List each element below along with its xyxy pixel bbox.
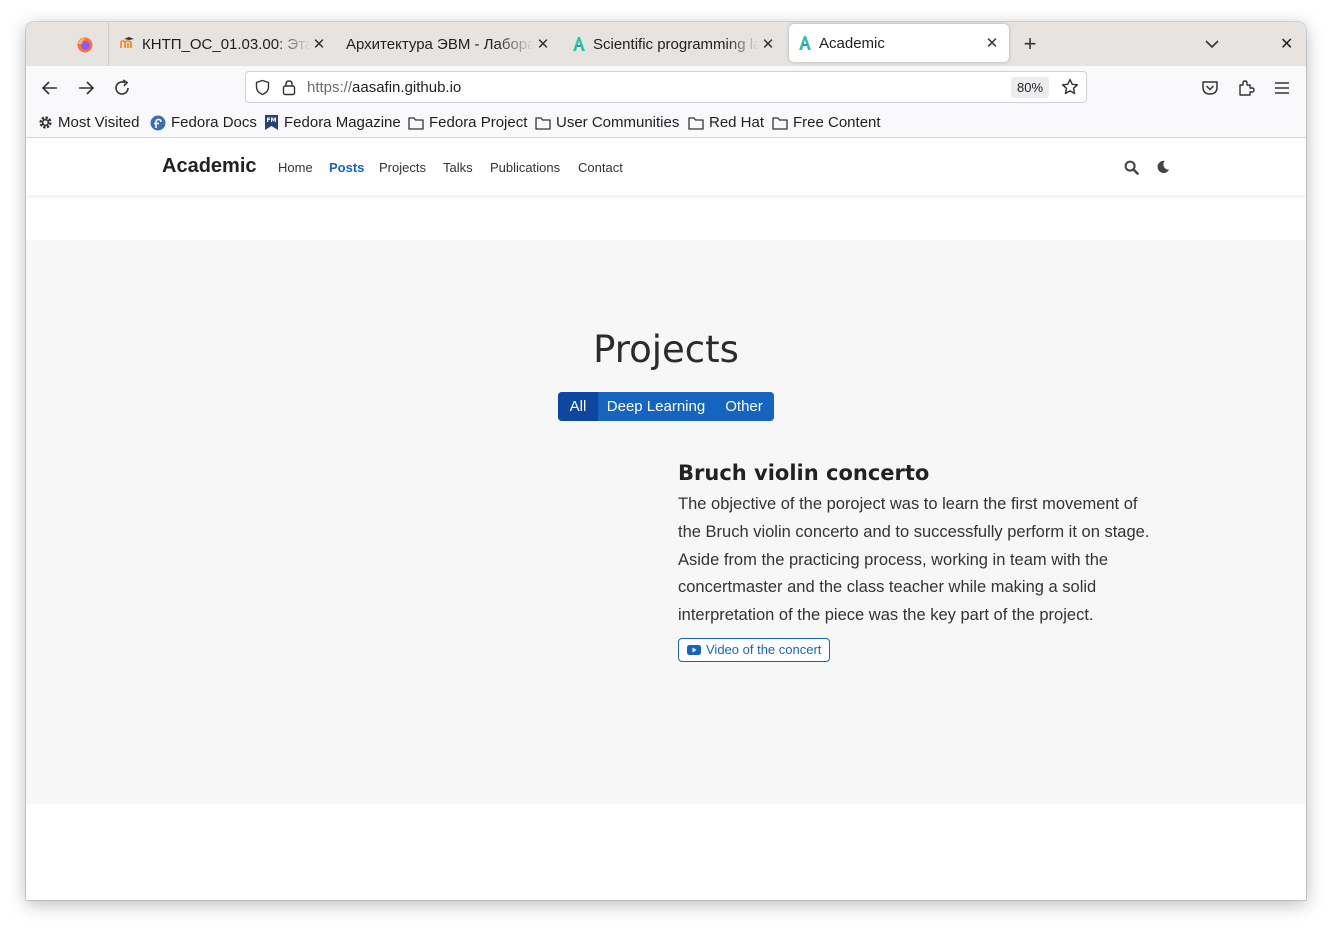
project-title[interactable]: Bruch violin concerto <box>678 461 1158 485</box>
tab-title: Academic <box>819 34 885 52</box>
folder-icon <box>688 116 704 130</box>
folder-icon <box>535 116 551 130</box>
new-tab-button[interactable]: + <box>1020 33 1040 55</box>
project-summary: The objective of the poroject was to lea… <box>678 495 1150 625</box>
tab-scientific[interactable]: Scientific programming la ✕ <box>571 22 777 66</box>
address-bar[interactable]: https://aasafin.github.io 80% <box>245 71 1087 103</box>
bookmark-most-visited[interactable]: Most Visited <box>38 114 139 131</box>
reload-icon[interactable] <box>112 78 132 98</box>
bookmark-label: Red Hat <box>709 114 765 131</box>
menu-item-posts[interactable]: Posts <box>329 160 364 175</box>
moon-icon[interactable] <box>1156 160 1170 174</box>
bookmark-user-communities[interactable]: User Communities <box>535 114 679 131</box>
svg-text:FM: FM <box>266 117 276 124</box>
bookmark-label: User Communities <box>556 114 680 131</box>
filter-other-button[interactable]: Other <box>714 392 774 421</box>
menu-item-contact[interactable]: Contact <box>578 160 623 175</box>
menu-item-talks[interactable]: Talks <box>443 160 473 175</box>
fedora-magazine-icon: FM <box>265 115 278 130</box>
extensions-icon[interactable] <box>1236 78 1256 98</box>
hamburger-menu-icon[interactable] <box>1272 78 1292 98</box>
bookmark-fedora-docs[interactable]: Fedora Docs <box>150 114 257 131</box>
back-arrow-icon[interactable] <box>40 78 60 98</box>
bookmark-free-content[interactable]: Free Content <box>772 114 881 131</box>
site-brand[interactable]: Academic <box>162 155 257 178</box>
forward-arrow-icon[interactable] <box>76 78 96 98</box>
section-title: Projects <box>593 328 739 371</box>
url-scheme: https:// <box>307 79 353 96</box>
tab-title: КНТП_ОС_01.03.00: Этап <box>142 35 310 53</box>
youtube-icon <box>687 644 701 655</box>
video-link-button[interactable]: Video of the concert <box>678 637 831 662</box>
tab-separator <box>108 22 109 66</box>
tab-academic[interactable]: Academic ✕ <box>789 24 1009 62</box>
academic-logo-icon <box>573 37 585 51</box>
chevron-down-icon[interactable] <box>1204 36 1220 52</box>
bookmark-label: Fedora Docs <box>171 114 257 131</box>
moodle-icon <box>120 37 134 48</box>
close-icon[interactable]: ✕ <box>983 34 1001 52</box>
folder-icon <box>772 116 788 130</box>
filter-deep-learning-button[interactable]: Deep Learning <box>598 392 714 421</box>
bookmark-red-hat[interactable]: Red Hat <box>688 114 764 131</box>
video-link-label: Video of the concert <box>706 642 822 658</box>
lock-icon[interactable] <box>281 79 297 96</box>
projects-section: Projects All Deep Learning Other Bruch v… <box>26 240 1306 804</box>
zoom-level-badge[interactable]: 80% <box>1011 77 1050 98</box>
close-icon[interactable]: ✕ <box>759 35 777 53</box>
bookmark-fedora-magazine[interactable]: FM Fedora Magazine <box>264 114 401 131</box>
tab-kntp[interactable]: КНТП_ОС_01.03.00: Этап ✕ <box>120 22 328 66</box>
firefox-view-icon[interactable] <box>77 37 93 53</box>
search-icon[interactable] <box>1124 160 1139 175</box>
folder-icon <box>408 116 424 130</box>
menu-item-projects[interactable]: Projects <box>379 160 426 175</box>
close-icon[interactable]: ✕ <box>534 35 552 53</box>
project-card: Bruch violin concerto The objective of t… <box>678 461 1158 662</box>
site-navbar: Academic Home Posts Projects Talks Publi… <box>26 139 1306 195</box>
url-host: aasafin.github.io <box>352 79 462 96</box>
menu-item-home[interactable]: Home <box>278 160 313 175</box>
bookmark-label: Free Content <box>793 114 881 131</box>
fedora-logo-icon <box>150 115 166 130</box>
bookmark-label: Fedora Magazine <box>284 114 401 131</box>
tab-title: Архитектура ЭВМ - Лаборат <box>346 35 534 53</box>
nav-toolbar: https://aasafin.github.io 80% <box>26 66 1306 108</box>
menu-item-publications[interactable]: Publications <box>490 160 560 175</box>
bookmark-fedora-project[interactable]: Fedora Project <box>408 114 527 131</box>
url-text[interactable]: https://aasafin.github.io <box>307 79 461 96</box>
filter-all-button[interactable]: All <box>558 392 598 421</box>
pocket-icon[interactable] <box>1200 78 1220 98</box>
shield-icon[interactable] <box>254 79 271 96</box>
tab-arch[interactable]: Архитектура ЭВМ - Лаборат ✕ <box>346 22 552 66</box>
page-viewport: Academic Home Posts Projects Talks Publi… <box>26 139 1306 900</box>
browser-window: КНТП_ОС_01.03.00: Этап ✕ Архитектура ЭВМ… <box>26 22 1306 900</box>
bookmark-label: Most Visited <box>58 114 140 131</box>
bookmarks-toolbar: Most Visited Fedora Docs FM Fedora Magaz… <box>26 108 1306 138</box>
star-bookmark-icon[interactable] <box>1061 78 1079 96</box>
project-filter-group: All Deep Learning Other <box>558 392 774 421</box>
window-close-button[interactable]: ✕ <box>1280 34 1293 54</box>
tab-strip: КНТП_ОС_01.03.00: Этап ✕ Архитектура ЭВМ… <box>26 22 1306 66</box>
academic-logo-icon <box>799 36 811 50</box>
tab-title: Scientific programming la <box>593 35 759 53</box>
gear-icon <box>39 116 52 129</box>
close-icon[interactable]: ✕ <box>310 35 328 53</box>
bookmark-label: Fedora Project <box>429 114 528 131</box>
